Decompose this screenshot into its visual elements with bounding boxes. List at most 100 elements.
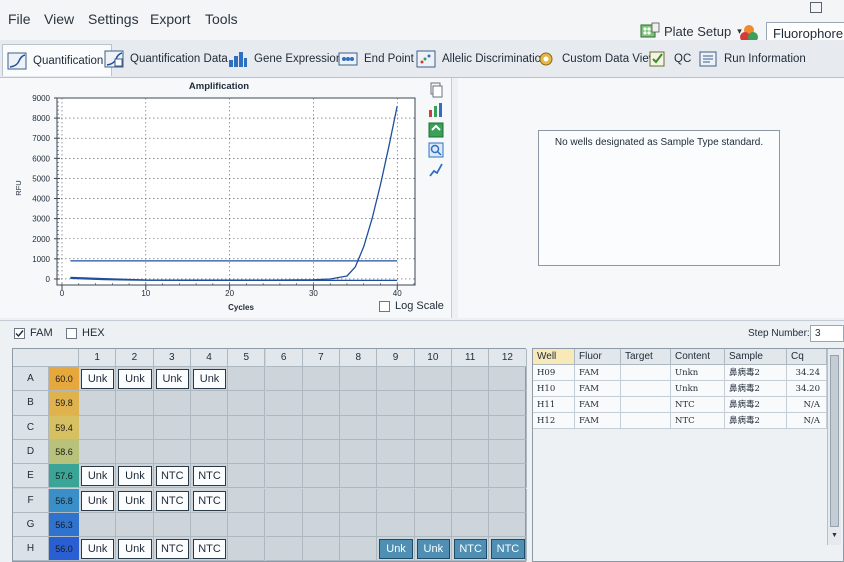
plate-cell[interactable] bbox=[116, 415, 154, 440]
plate-cell[interactable] bbox=[414, 391, 452, 416]
results-cell[interactable]: 34.24 bbox=[787, 365, 827, 381]
plate-cell[interactable] bbox=[414, 488, 452, 513]
plate-cell[interactable] bbox=[452, 512, 490, 538]
results-column-header[interactable]: Fluor bbox=[575, 349, 621, 365]
results-column-header[interactable]: Content bbox=[671, 349, 725, 365]
plate-cell[interactable] bbox=[340, 537, 378, 562]
fam-filter[interactable]: FAM bbox=[14, 327, 53, 339]
plate-cell[interactable] bbox=[265, 464, 303, 489]
plate-cell[interactable] bbox=[340, 512, 378, 538]
plate-column-header[interactable]: 9 bbox=[377, 349, 415, 367]
plate-cell[interactable] bbox=[340, 367, 378, 392]
plate-cell[interactable] bbox=[190, 439, 229, 465]
results-column-header[interactable]: Cq bbox=[787, 349, 827, 365]
plate-cell[interactable] bbox=[377, 367, 415, 392]
menu-tools[interactable]: Tools bbox=[205, 11, 238, 27]
plate-cell[interactable] bbox=[228, 415, 266, 440]
plate-cell[interactable] bbox=[340, 439, 378, 465]
plate-cell[interactable] bbox=[265, 537, 303, 562]
plate-cell[interactable] bbox=[489, 464, 527, 489]
results-cell[interactable]: 鼻病毒2 bbox=[725, 413, 787, 429]
plate-cell[interactable] bbox=[489, 415, 527, 440]
plate-cell[interactable] bbox=[489, 367, 527, 392]
plate-well[interactable]: NTC bbox=[192, 466, 227, 487]
results-column-header[interactable]: Well bbox=[533, 349, 575, 365]
plate-cell[interactable] bbox=[302, 391, 341, 416]
results-cell[interactable] bbox=[621, 397, 671, 413]
export-chart-icon[interactable] bbox=[428, 122, 444, 138]
tab-run-information[interactable]: Run Information bbox=[698, 44, 806, 74]
plate-cell[interactable] bbox=[377, 464, 415, 489]
plate-cell[interactable] bbox=[489, 512, 527, 538]
plate-well[interactable]: Unk bbox=[379, 539, 413, 560]
plate-cell[interactable] bbox=[377, 488, 415, 513]
plate-well[interactable]: Unk bbox=[118, 539, 152, 560]
plate-row-header[interactable]: G bbox=[13, 512, 49, 538]
plate-column-header[interactable]: 1 bbox=[79, 349, 117, 367]
plate-well[interactable]: NTC bbox=[155, 490, 189, 511]
tab-quantification[interactable]: Quantification bbox=[2, 44, 113, 76]
plate-cell[interactable] bbox=[414, 415, 452, 440]
plate-cell[interactable] bbox=[79, 415, 117, 440]
plate-cell[interactable] bbox=[116, 439, 154, 465]
results-cell[interactable] bbox=[621, 365, 671, 381]
results-cell[interactable]: FAM bbox=[575, 397, 621, 413]
plate-column-header[interactable]: 12 bbox=[489, 349, 527, 367]
plate-cell[interactable] bbox=[190, 391, 229, 416]
plate-cell[interactable] bbox=[302, 464, 341, 489]
plate-cell[interactable] bbox=[302, 415, 341, 440]
plate-well[interactable]: NTC bbox=[155, 466, 189, 487]
plate-cell[interactable] bbox=[452, 464, 490, 489]
chart-options-icon[interactable] bbox=[428, 102, 444, 118]
plate-cell[interactable] bbox=[190, 512, 229, 538]
plate-setup-button[interactable]: Plate Setup ▾ bbox=[640, 22, 742, 40]
menu-settings[interactable]: Settings bbox=[88, 11, 139, 27]
plate-well[interactable]: NTC bbox=[192, 539, 227, 560]
plate-row-header[interactable]: B bbox=[13, 391, 49, 416]
results-cell[interactable]: 34.20 bbox=[787, 381, 827, 397]
plate-cell[interactable] bbox=[414, 439, 452, 465]
scrollbar-thumb[interactable] bbox=[830, 355, 839, 527]
results-scrollbar[interactable]: ▼ bbox=[827, 349, 841, 545]
plate-cell[interactable] bbox=[79, 391, 117, 416]
plate-cell[interactable] bbox=[489, 439, 527, 465]
plate-cell[interactable] bbox=[265, 367, 303, 392]
results-cell[interactable]: H12 bbox=[533, 413, 575, 429]
zoom-chart-icon[interactable] bbox=[428, 142, 444, 158]
plate-cell[interactable] bbox=[116, 391, 154, 416]
plate-cell[interactable] bbox=[228, 537, 266, 562]
plate-cell[interactable] bbox=[377, 512, 415, 538]
results-cell[interactable]: Unkn bbox=[671, 381, 725, 397]
plate-cell[interactable] bbox=[377, 391, 415, 416]
plate-well[interactable]: Unk bbox=[118, 466, 152, 487]
tab-gene-expression[interactable]: Gene Expression bbox=[228, 44, 342, 74]
plate-cell[interactable] bbox=[79, 512, 117, 538]
results-cell[interactable]: N/A bbox=[787, 413, 827, 429]
log-scale-toggle[interactable]: Log Scale bbox=[379, 300, 444, 312]
results-cell[interactable]: H11 bbox=[533, 397, 575, 413]
results-column-header[interactable]: Target bbox=[621, 349, 671, 365]
hex-filter[interactable]: HEX bbox=[66, 327, 105, 339]
plate-well[interactable]: Unk bbox=[416, 539, 450, 560]
plate-cell[interactable] bbox=[340, 415, 378, 440]
plate-cell[interactable] bbox=[340, 391, 378, 416]
plate-row-header[interactable]: C bbox=[13, 415, 49, 440]
results-cell[interactable]: 鼻病毒2 bbox=[725, 365, 787, 381]
plate-column-header[interactable]: 8 bbox=[340, 349, 378, 367]
plate-cell[interactable] bbox=[265, 439, 303, 465]
restore-window-icon[interactable] bbox=[810, 2, 822, 13]
plate-row-header[interactable]: F bbox=[13, 488, 49, 513]
plate-well[interactable]: NTC bbox=[454, 539, 488, 560]
hex-checkbox[interactable] bbox=[66, 327, 77, 339]
plate-column-header[interactable]: 2 bbox=[116, 349, 154, 367]
copy-icon[interactable] bbox=[428, 82, 444, 98]
plate-well[interactable]: Unk bbox=[81, 490, 115, 511]
menu-export[interactable]: Export bbox=[150, 11, 190, 27]
plate-cell[interactable] bbox=[452, 367, 490, 392]
results-cell[interactable]: NTC bbox=[671, 413, 725, 429]
plate-column-header[interactable]: 3 bbox=[153, 349, 191, 367]
tab-end-point[interactable]: End Point bbox=[338, 44, 414, 74]
plate-row-header[interactable]: D bbox=[13, 439, 49, 465]
plate-cell[interactable] bbox=[265, 512, 303, 538]
plate-cell[interactable] bbox=[452, 488, 490, 513]
